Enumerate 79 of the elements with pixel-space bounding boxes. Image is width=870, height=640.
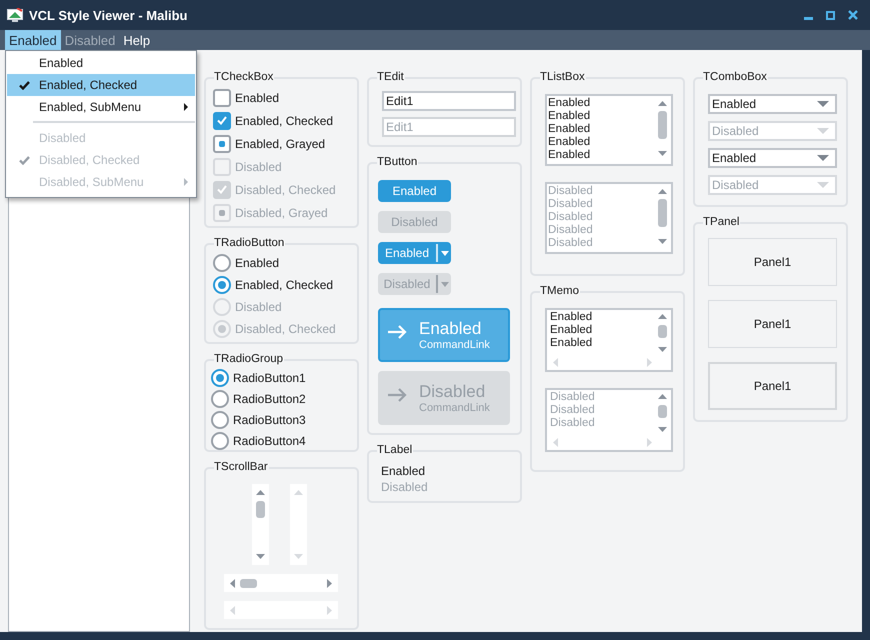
radio-button[interactable] (211, 368, 229, 386)
scrollbar[interactable] (224, 574, 338, 592)
up-arrow-icon[interactable] (256, 490, 265, 495)
arrow-icon (387, 388, 407, 402)
checkmark-icon (217, 116, 227, 125)
down-arrow-icon[interactable] (658, 151, 667, 156)
scroll-thumb[interactable] (240, 578, 257, 588)
list-item[interactable]: Enabled (547, 136, 654, 149)
list-item[interactable]: Enabled (547, 97, 654, 110)
checkbox[interactable] (213, 88, 231, 106)
maximize-icon[interactable] (826, 10, 835, 20)
memo-line: Enabled (549, 311, 594, 324)
combo-box[interactable]: Enabled (708, 148, 837, 168)
list-item[interactable]: Enabled (547, 149, 654, 162)
down-arrow-icon[interactable] (256, 554, 265, 559)
memo-line: Disabled (549, 417, 596, 430)
checkmark-icon (18, 156, 30, 164)
button[interactable]: Enabled (378, 180, 451, 202)
submenu-arrow-icon (184, 103, 188, 111)
panel: Panel1 (708, 238, 837, 286)
radio-button[interactable] (213, 254, 231, 272)
scroll-thumb[interactable] (658, 324, 667, 338)
checkmark-icon (217, 185, 227, 194)
left-arrow-icon[interactable] (230, 578, 235, 588)
left-arrow-icon[interactable] (553, 358, 558, 366)
label-text: Enabled (381, 464, 426, 478)
radio-label[interactable]: Enabled (235, 256, 280, 270)
scroll-thumb[interactable] (256, 501, 265, 518)
panel: Panel1 (708, 362, 837, 410)
checkbox-label[interactable]: Enabled, Grayed (235, 136, 326, 150)
close-icon[interactable] (848, 10, 858, 20)
caret-icon[interactable] (441, 250, 449, 256)
memo-line: Enabled (549, 337, 594, 350)
right-arrow-icon[interactable] (327, 578, 332, 588)
menu-item[interactable]: Enabled, SubMenu (7, 96, 195, 118)
radio-label[interactable]: Enabled, Checked (235, 278, 334, 292)
down-arrow-icon[interactable] (658, 347, 667, 352)
checkmark-icon (18, 80, 30, 90)
menu-item[interactable]: Enabled (5, 30, 61, 50)
combo-box[interactable]: Enabled (708, 94, 837, 114)
checkbox[interactable] (213, 134, 231, 152)
radio-button[interactable] (211, 432, 229, 450)
memo-line: Disabled (549, 404, 596, 417)
checkbox-label[interactable]: Enabled (235, 90, 280, 104)
menu-item[interactable]: Enabled (7, 52, 195, 74)
radio-button[interactable] (211, 410, 229, 428)
submenu-arrow-icon (184, 178, 188, 186)
app-icon (7, 8, 23, 22)
panel: Panel1 (708, 300, 837, 348)
up-arrow-icon[interactable] (658, 101, 667, 106)
window-title: VCL Style Viewer - Malibu (29, 8, 188, 22)
input-field[interactable]: Edit1 (382, 91, 516, 111)
checkbox[interactable] (213, 112, 231, 130)
caret-icon[interactable] (817, 155, 829, 161)
radio-label[interactable]: RadioButton3 (233, 412, 306, 426)
arrow-icon (387, 325, 407, 339)
split-button[interactable]: Enabled (378, 242, 451, 264)
memo-line: Enabled (549, 324, 594, 337)
radio-button[interactable] (213, 276, 231, 294)
up-arrow-icon[interactable] (658, 314, 667, 319)
command-link-button[interactable]: Enabled CommandLink (378, 308, 510, 362)
list-item[interactable]: Enabled (547, 110, 654, 123)
group-title: TRadioGroup (214, 352, 284, 366)
menu-item[interactable]: Help (119, 30, 154, 50)
memo-line: Disabled (549, 391, 596, 404)
radio-button[interactable] (211, 390, 229, 408)
radio-label[interactable]: RadioButton2 (233, 392, 306, 406)
caret-icon[interactable] (817, 101, 829, 107)
menu-item[interactable]: Enabled, Checked (7, 74, 195, 96)
list-item[interactable]: Enabled (547, 123, 654, 136)
radio-label[interactable]: RadioButton1 (233, 370, 306, 384)
label-text: Disabled (381, 480, 429, 494)
right-arrow-icon[interactable] (647, 358, 652, 366)
radio-label[interactable]: RadioButton4 (233, 434, 306, 448)
memo-field[interactable]: Enabled Enabled Enabled (545, 308, 673, 372)
checkbox-label[interactable]: Enabled, Checked (235, 114, 334, 128)
scroll-thumb[interactable] (658, 110, 667, 138)
list-box[interactable]: Enabled Enabled Enabled Enabled Enabled (545, 94, 673, 166)
scrollbar[interactable] (252, 484, 269, 565)
